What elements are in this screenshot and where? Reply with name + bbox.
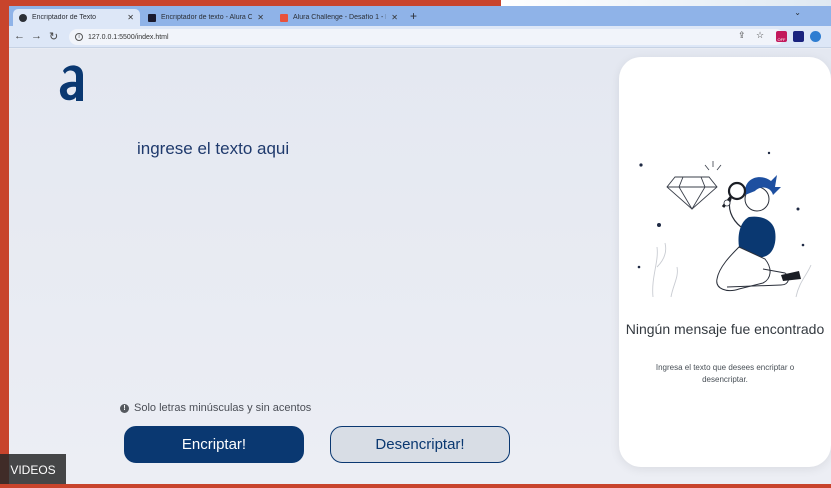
exclamation-icon: !: [120, 403, 129, 413]
desktop-bottom-edge: [0, 484, 831, 488]
globe-icon: [19, 13, 27, 22]
input-hint: ! Solo letras minúsculas y sin acentos: [120, 402, 311, 414]
result-panel: Ningún mensaje fue encontrado Ingresa el…: [619, 57, 831, 467]
encrypt-button[interactable]: Encriptar!: [124, 426, 304, 463]
extension-badge: OFF: [777, 37, 786, 42]
tab-encriptador[interactable]: Encriptador de Texto ✕: [13, 9, 140, 26]
tab-search-icon[interactable]: ⌄: [794, 8, 801, 17]
reload-icon[interactable]: ↻: [49, 30, 58, 43]
alura-icon: [148, 13, 156, 22]
panel-title: Ningún mensaje fue encontrado: [625, 321, 825, 337]
extension-icon[interactable]: OFF: [776, 31, 787, 42]
close-tab-icon[interactable]: ✕: [257, 13, 264, 22]
browser-window: Encriptador de Texto ✕ Encriptador de te…: [9, 6, 831, 484]
panel-subtitle: Ingresa el texto que desees encriptar o …: [655, 363, 795, 384]
info-icon[interactable]: i: [75, 33, 83, 41]
bookmark-star-icon[interactable]: ☆: [756, 30, 764, 41]
message-input[interactable]: [137, 139, 577, 379]
address-bar[interactable]: i 127.0.0.1:5500/index.html: [69, 29, 784, 45]
close-tab-icon[interactable]: ✕: [391, 13, 398, 22]
back-icon[interactable]: ←: [14, 30, 25, 42]
tab-title: Alura Challenge - Desafío 1 - Lóg: [293, 14, 386, 21]
person-with-magnifier-illustration: [637, 151, 812, 298]
tab-strip: Encriptador de Texto ✕ Encriptador de te…: [9, 6, 831, 26]
alura-logo-icon: [59, 65, 83, 101]
share-icon[interactable]: ⇪: [738, 30, 746, 41]
videos-overlay-label[interactable]: VIDEOS: [0, 454, 66, 486]
forward-icon[interactable]: →: [31, 30, 42, 42]
address-text: 127.0.0.1:5500/index.html: [88, 33, 169, 41]
tab-title: Encriptador de Texto: [32, 14, 97, 21]
extension-3-icon[interactable]: [810, 31, 821, 42]
app-page: ! Solo letras minúsculas y sin acentos E…: [9, 49, 831, 484]
extension-2-icon[interactable]: [793, 31, 804, 42]
new-tab-button[interactable]: +: [410, 9, 417, 23]
close-tab-icon[interactable]: ✕: [127, 13, 134, 22]
tab-title: Encriptador de texto - Alura Cha: [161, 14, 253, 21]
tab-alura-encriptador[interactable]: Encriptador de texto - Alura Cha ✕: [142, 9, 270, 26]
browser-toolbar: ← → ↻ i 127.0.0.1:5500/index.html ⇪ ☆ OF…: [9, 26, 831, 48]
hint-text: Solo letras minúsculas y sin acentos: [134, 402, 312, 414]
tab-alura-challenge[interactable]: Alura Challenge - Desafío 1 - Lóg ✕: [274, 9, 404, 26]
flag-icon: [280, 13, 288, 22]
decrypt-button[interactable]: Desencriptar!: [330, 426, 510, 463]
